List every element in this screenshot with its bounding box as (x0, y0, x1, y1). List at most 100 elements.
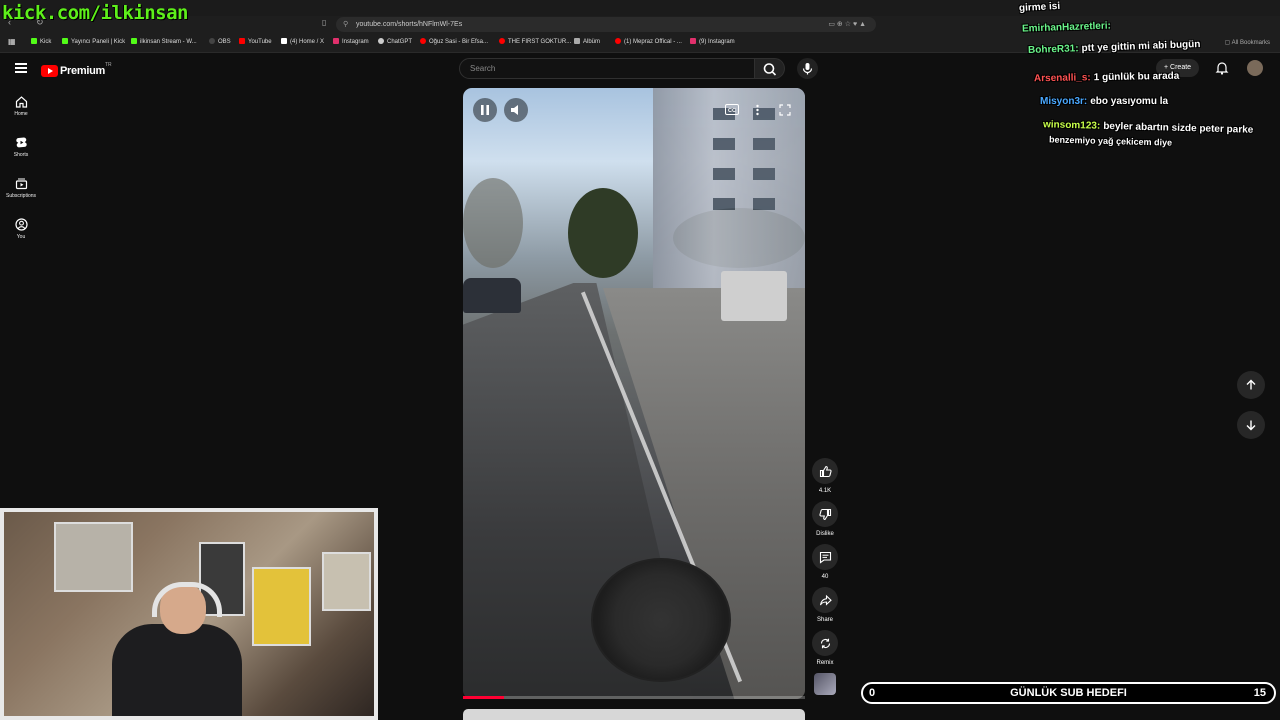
sub-goal-title: GÜNLÜK SUB HEDEFI (1010, 687, 1127, 699)
comment-icon (819, 551, 831, 564)
home-icon (15, 96, 27, 108)
share-icon (819, 594, 832, 606)
chat-message: winsom123: beyler abartın sizde peter par… (1042, 119, 1254, 136)
remix-label: Remix (816, 660, 834, 666)
search-icon (763, 63, 777, 76)
arrow-up-icon (1246, 379, 1256, 390)
menu-icon[interactable] (15, 63, 27, 73)
remix-button[interactable]: Remix (812, 630, 838, 666)
video-scene-car (463, 278, 521, 313)
kick-favicon-icon (31, 38, 37, 44)
chat-message: girme isi (1018, 0, 1061, 14)
bookmark-item[interactable]: Yayıncı Paneli | Kick (62, 38, 125, 45)
youtube-favicon-icon (615, 38, 621, 44)
bookmark-item[interactable]: THE FIRST GOKTUR... (499, 38, 571, 45)
sidebar-item-shorts[interactable]: Shorts (0, 136, 42, 158)
shorts-icon (15, 137, 27, 148)
fullscreen-icon[interactable] (779, 104, 791, 116)
webcam-poster (322, 552, 371, 611)
microphone-icon (802, 63, 813, 75)
youtube-logo[interactable]: PremiumTR (41, 62, 112, 80)
streamer-webcam (0, 508, 378, 720)
video-scene-manhole (591, 558, 731, 682)
video-progress-fill (463, 696, 505, 699)
youtube-play-icon (41, 64, 58, 77)
webcam-poster (54, 522, 133, 592)
chat-message: EmirhanHazretleri: (1021, 20, 1112, 35)
sub-goal-end: 15 (1253, 687, 1266, 699)
sound-thumbnail[interactable] (814, 673, 836, 695)
stream-watermark: kick.com/ilkinsan (2, 2, 188, 24)
youtube-favicon-icon (420, 38, 426, 44)
bookmark-item[interactable]: (9) Instagram (690, 38, 735, 45)
comments-button[interactable]: 40 (812, 544, 838, 580)
instagram-favicon-icon (333, 38, 339, 44)
arrow-down-icon (1246, 420, 1256, 431)
chatgpt-favicon-icon (378, 38, 384, 44)
site-info-icon[interactable]: ⚲ (343, 17, 348, 32)
volume-button[interactable] (504, 98, 528, 122)
bookmark-item[interactable]: Oğuz Sasi - Bir Efsa... (420, 38, 488, 45)
apps-grid-icon[interactable]: ▦ (8, 37, 16, 46)
address-bar-url: youtube.com/shorts/hNFlmWl-7Es (356, 21, 463, 28)
youtube-favicon-icon (239, 38, 245, 44)
video-scene-bin (721, 271, 787, 321)
chat-message: BohreR31: ptt ye gittin mi abi bugün (1027, 38, 1201, 57)
logo-text: Premium (60, 64, 105, 77)
bookmark-item[interactable]: (4) Home / X (281, 38, 324, 45)
like-count: 4.1K (818, 488, 832, 494)
like-button[interactable]: 4.1K (812, 458, 838, 494)
address-bar-actions-icon[interactable]: ▭ ⊕ ☆ ♥ ▲ (828, 17, 866, 32)
sidebar-item-subscriptions[interactable]: Subscriptions (0, 177, 42, 199)
folder-icon (574, 38, 580, 44)
video-progress-bar[interactable] (463, 696, 805, 699)
search-input[interactable] (468, 63, 742, 74)
bookmark-item[interactable]: OBS (209, 38, 231, 45)
chat-message: benzemiyo yağ çekicem diye (1048, 134, 1173, 148)
instagram-favicon-icon (690, 38, 696, 44)
kick-favicon-icon (62, 38, 68, 44)
bookmark-item[interactable]: (1) Mepraz Offical - ... (615, 38, 682, 45)
sidebar-item-label: Shorts (13, 152, 29, 158)
x-favicon-icon (281, 38, 287, 44)
webcam-person-body (112, 624, 242, 716)
search-box (459, 58, 755, 79)
svg-text:CC: CC (728, 108, 736, 114)
more-options-icon[interactable] (755, 104, 760, 116)
dislike-button[interactable]: Dislike (812, 501, 838, 537)
bookmark-item[interactable]: ChatGPT (378, 38, 412, 45)
obs-favicon-icon (209, 38, 215, 44)
address-bar[interactable]: ⚲ youtube.com/shorts/hNFlmWl-7Es ▭ ⊕ ☆ ♥… (336, 17, 876, 32)
captions-icon[interactable]: CC (725, 104, 739, 115)
sidebar-item-label: You (16, 234, 26, 240)
comment-count: 40 (821, 574, 829, 580)
stream-chat-overlay: girme isi EmirhanHazretleri: BohreR31: pt… (1010, 0, 1280, 160)
search-button[interactable] (755, 58, 785, 79)
logo-country: TR (104, 62, 112, 68)
bookmark-item[interactable]: YouTube (239, 38, 272, 45)
dislike-label: Dislike (816, 531, 834, 537)
chat-message: Arsenalli_s: 1 günlük bu arada (1033, 70, 1180, 85)
bookmark-item[interactable]: ilkinsan Stream - W... (131, 38, 197, 45)
voice-search-button[interactable] (797, 58, 818, 79)
bookmark-icon[interactable]: ▯ (322, 18, 326, 27)
video-scene-building (653, 88, 805, 298)
pause-button[interactable] (473, 98, 497, 122)
you-icon (14, 218, 28, 231)
bookmark-item[interactable]: Kick (31, 38, 51, 45)
share-label: Share (816, 617, 833, 623)
webcam-poster (252, 567, 311, 646)
remix-icon (820, 638, 830, 648)
sidebar-item-label: Subscriptions (5, 193, 36, 199)
next-short-preview[interactable] (463, 709, 805, 720)
bookmark-item[interactable]: Instagram (333, 38, 369, 45)
shorts-video-player[interactable]: CC (463, 88, 805, 699)
sub-goal-bar: 0 GÜNLÜK SUB HEDEFI 15 (861, 682, 1276, 704)
previous-short-button[interactable] (1237, 371, 1265, 399)
sidebar-item-you[interactable]: You (0, 218, 42, 240)
youtube-favicon-icon (499, 38, 505, 44)
next-short-button[interactable] (1237, 411, 1265, 439)
bookmark-item[interactable]: Albüm (574, 38, 600, 45)
share-button[interactable]: Share (812, 587, 838, 623)
sidebar-item-home[interactable]: Home (0, 95, 42, 117)
